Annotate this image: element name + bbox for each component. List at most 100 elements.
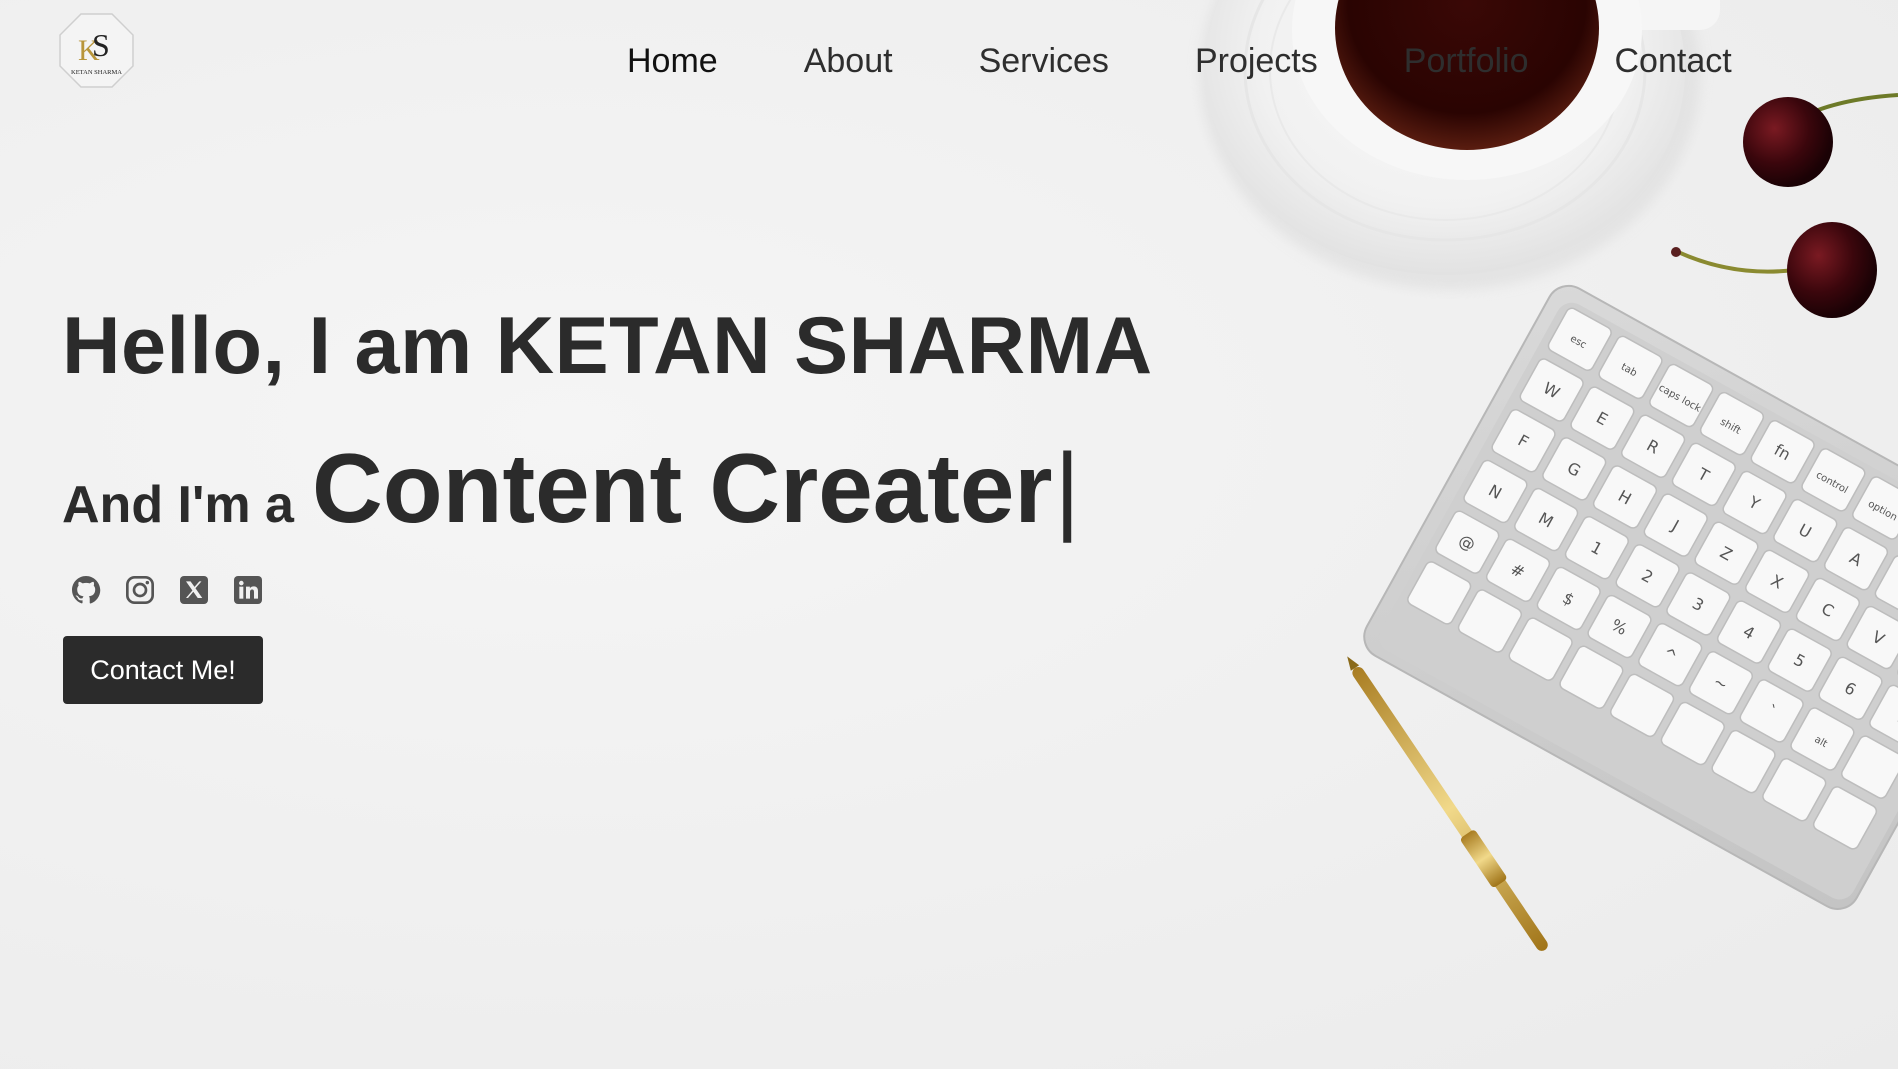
hero-subtitle-prefix: And I'm a [62, 476, 294, 534]
keyboard-key [1671, 442, 1736, 507]
keyboard-key [1508, 617, 1573, 681]
logo-letter-s: S [92, 27, 110, 63]
keyboard-key [1818, 656, 1883, 720]
keyboard-key-label: ^ [1660, 644, 1681, 667]
keyboard-key-label: esc [1568, 333, 1588, 351]
keyboard-key [1694, 521, 1759, 585]
x-twitter-link[interactable] [178, 574, 210, 606]
keyboard-key [1790, 707, 1855, 771]
keyboard-key [1745, 549, 1810, 614]
keyboard-key-label: 3 [1689, 594, 1707, 616]
keyboard-key [1621, 414, 1686, 478]
instagram-link[interactable] [124, 574, 156, 606]
keyboard-key [1592, 465, 1658, 529]
keyboard-key-label: F [1515, 431, 1532, 452]
keyboard-key-label: 1 [1588, 537, 1606, 559]
keyboard-key [1795, 577, 1860, 642]
keyboard-key [1457, 589, 1523, 653]
keyboard-key-label: 4 [1740, 622, 1758, 644]
keyboard-key [1767, 628, 1832, 692]
keyboard-key-label: G [1564, 458, 1584, 481]
keyboard-key-label: fn [1771, 440, 1794, 464]
keyboard-key-label: caps lock [1657, 382, 1703, 414]
keyboard-key [1869, 684, 1898, 749]
keyboard-key [1773, 498, 1838, 563]
keyboard-key-label: tab [1619, 362, 1639, 380]
keyboard-key [1812, 786, 1878, 850]
hero-title: Hello, I am KETAN SHARMA [62, 301, 1153, 391]
keyboard-key [1823, 527, 1889, 591]
nav-services[interactable]: Services [979, 38, 1109, 84]
keyboard-key-label: ~ [1710, 672, 1731, 695]
nav-projects[interactable]: Projects [1195, 38, 1318, 84]
keyboard-key-label: C [1818, 599, 1837, 621]
typing-cursor: | [1054, 433, 1080, 543]
logo-name: KETAN SHARMA [71, 69, 122, 76]
keyboard-key [1643, 493, 1708, 557]
nav-home[interactable]: Home [627, 38, 718, 84]
keyboard-key [1570, 386, 1635, 450]
keyboard-key-label: N [1485, 481, 1505, 503]
keyboard-key-label: 2 [1638, 565, 1656, 587]
instagram-icon [126, 576, 154, 604]
keyboard-key [1519, 358, 1584, 422]
keyboard-key [1536, 566, 1601, 631]
nav-portfolio[interactable]: Portfolio [1404, 38, 1529, 84]
x-twitter-icon [180, 576, 208, 604]
linkedin-icon [234, 576, 262, 604]
keyboard-key [1615, 544, 1680, 608]
keyboard-key [1666, 572, 1731, 636]
keyboard-key-label: R [1643, 436, 1662, 458]
keyboard-key-label: % [1608, 615, 1631, 639]
keyboard-key [1874, 555, 1898, 619]
social-links [70, 574, 264, 606]
typed-role-text: Content Creater [311, 433, 1053, 543]
keyboard-key-label: 6 [1841, 678, 1859, 700]
keyboard-key [1846, 605, 1898, 670]
keyboard-key [1587, 594, 1652, 659]
keyboard-key [1559, 645, 1624, 709]
keyboard-key-label: option [1866, 499, 1898, 524]
keyboard-key [1435, 510, 1500, 574]
keyboard-key-label: J [1668, 516, 1682, 535]
keyboard-key-label: A [1846, 548, 1865, 570]
keyboard-key [1688, 651, 1754, 715]
keyboard-key [1547, 307, 1612, 371]
contact-me-button[interactable]: Contact Me! [63, 636, 263, 704]
keyboard-key-label: alt [1812, 734, 1829, 750]
keyboard-key-label: shift [1718, 417, 1742, 437]
keyboard-key-label: @ [1455, 530, 1478, 554]
keyboard-key [1485, 538, 1551, 603]
keyboard-key [1762, 758, 1827, 822]
keyboard-key-label: H [1615, 486, 1635, 508]
keyboard-key [1564, 515, 1629, 580]
nav-about[interactable]: About [804, 38, 893, 84]
keyboard-key-label: M [1535, 508, 1556, 531]
keyboard-key-label: # [1507, 559, 1528, 582]
keyboard-key [1801, 448, 1866, 512]
keyboard-key [1491, 409, 1556, 473]
keyboard-key [1463, 459, 1528, 524]
keyboard-key-label: Z [1717, 543, 1736, 565]
keyboard-key [1841, 735, 1898, 799]
keyboard-key-label: ` [1763, 701, 1779, 721]
keyboard-key-label: X [1768, 571, 1787, 593]
linkedin-link[interactable] [232, 574, 264, 606]
keyboard-key-label: ! [1894, 707, 1898, 727]
main-nav: Home About Services Projects Portfolio C… [627, 38, 1732, 84]
keyboard-key [1660, 701, 1725, 766]
keyboard-key [1407, 561, 1472, 625]
keyboard-key-label: U [1795, 520, 1814, 542]
github-link[interactable] [70, 574, 102, 606]
keyboard-key-label: W [1540, 378, 1563, 402]
keyboard-key-label: T [1694, 464, 1713, 486]
keyboard-key [1699, 391, 1765, 456]
keyboard-key-label: Y [1745, 492, 1764, 514]
site-logo[interactable]: K S KETAN SHARMA [58, 12, 135, 89]
keyboard-key-label: E [1593, 408, 1611, 430]
page: esctabcaps lockshiftfncontroloptioncomma… [0, 0, 1898, 1069]
keyboard-key [1852, 476, 1898, 540]
github-icon [72, 576, 101, 604]
nav-contact[interactable]: Contact [1615, 38, 1732, 84]
keyboard-key [1739, 679, 1804, 743]
